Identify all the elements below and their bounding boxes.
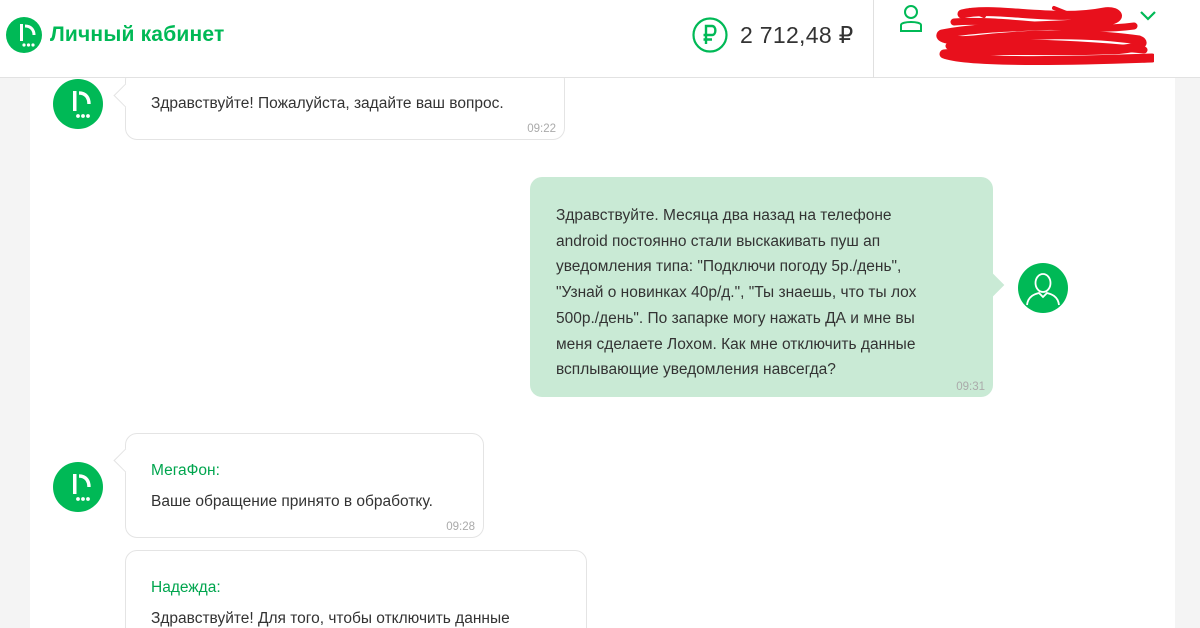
message-author: МегаФон: [151,462,220,479]
user-name-redacted[interactable] [934,4,1157,68]
message-author: Надежда: [151,579,221,596]
redaction-scribble [936,6,1157,66]
megafon-logo-icon [73,474,91,501]
chevron-down-icon[interactable] [1139,10,1157,22]
message-text: Ваше обращение принято в обработку. [151,493,433,510]
operator-avatar [53,79,103,129]
message-line: 500р./день". По запарке могу нажать ДА и… [556,309,915,327]
message-bubble: Надежда: Здравствуйте! Для того, чтобы о… [125,550,587,628]
user-silhouette-icon [1026,273,1060,306]
header-divider [873,0,874,78]
message-text: Здравствуйте! Пожалуйста, задайте ваш во… [151,95,504,112]
ruble-icon[interactable] [692,17,728,53]
operator-avatar [53,462,103,512]
message-text: Здравствуйте. Месяца два назад на телефо… [556,203,986,383]
user-avatar [1018,263,1068,313]
message-time: 09:22 [527,123,556,135]
message-line: всплывающие уведомления навсегда? [556,361,836,379]
user-icon[interactable] [899,4,923,32]
message-bubble: МегаФон: Ваше обращение принято в обрабо… [125,433,484,538]
megafon-logo-icon[interactable] [6,17,42,53]
message-text: Здравствуйте! Для того, чтобы отключить … [151,610,510,627]
message-line: Здравствуйте. Месяца два назад на телефо… [556,207,892,224]
message-bubble-outgoing: Здравствуйте. Месяца два назад на телефо… [530,177,993,397]
balance-amount[interactable]: 2 712,48 ₽ [740,22,854,49]
top-header: Личный кабинет 2 712,48 ₽ [0,0,1200,78]
message-time: 09:31 [956,381,985,393]
message-line: android постоянно стали выскакивать пуш … [556,232,881,250]
brand-title[interactable]: Личный кабинет [50,23,224,47]
page: Личный кабинет 2 712,48 ₽ Здравствуйте! … [0,0,1200,628]
message-line: меня сделаете Лохом. Как мне отключить д… [556,335,916,353]
megafon-logo-icon [73,91,91,118]
message-line: уведомления типа: "Подключи погоду 5р./д… [556,258,902,276]
message-bubble: Здравствуйте! Пожалуйста, задайте ваш во… [125,68,565,140]
message-time: 09:28 [446,521,475,533]
message-line: "Узнай о новинках 40р/д.", "Ты знаешь, ч… [556,284,917,302]
